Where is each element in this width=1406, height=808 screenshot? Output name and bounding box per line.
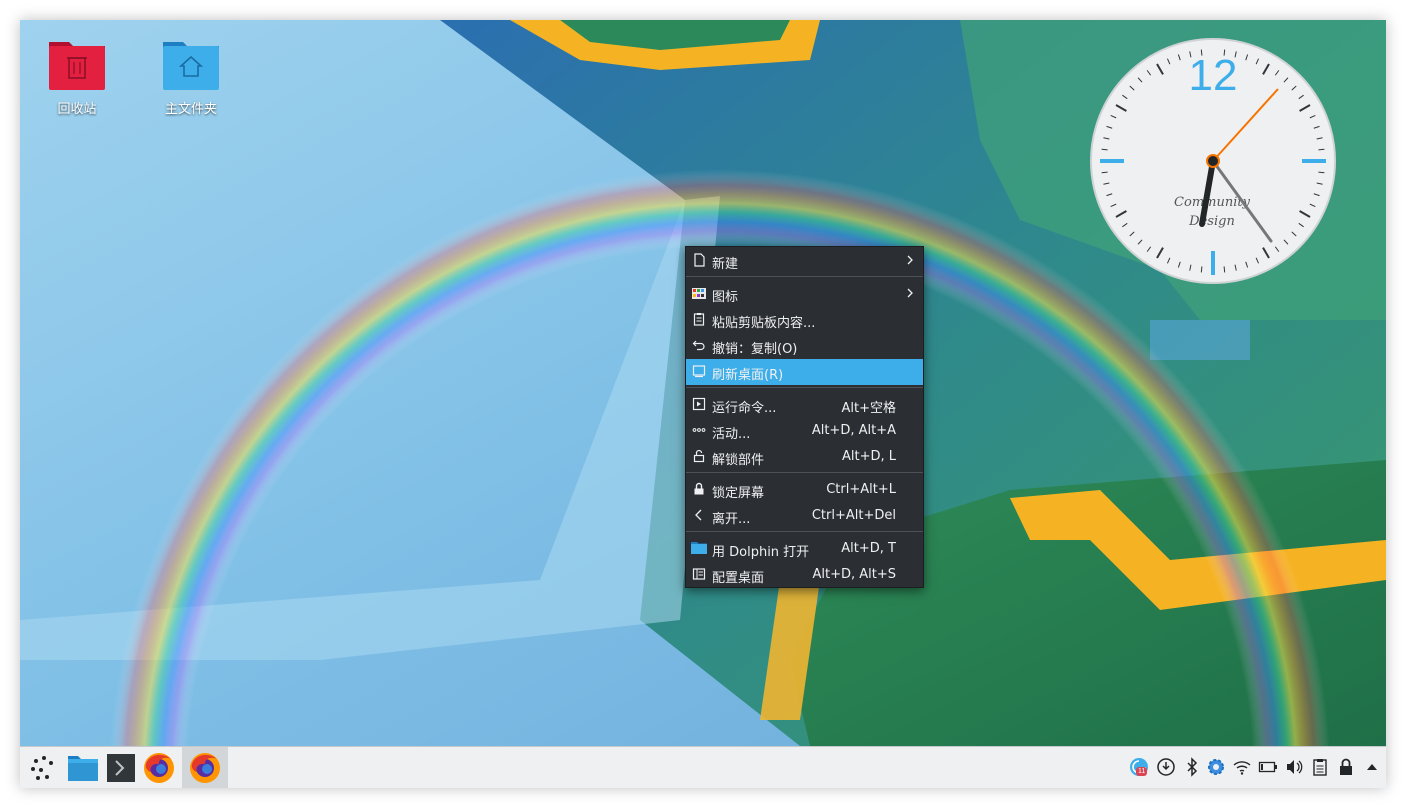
run-command-icon xyxy=(692,397,706,411)
menu-separator xyxy=(686,276,923,277)
clock-tick xyxy=(1223,266,1226,273)
dolphin-folder-icon xyxy=(691,542,707,554)
expand-tray-icon[interactable] xyxy=(1362,757,1382,777)
menu-item-shortcut: Ctrl+Alt+Del xyxy=(811,508,896,523)
menu-item-new[interactable]: 新建 xyxy=(686,248,923,274)
menu-item-label: 图标 xyxy=(712,290,739,305)
menu-item-label: 刷新桌面(R) xyxy=(712,368,784,383)
menu-item-undo[interactable]: 撤销：复制(O) xyxy=(686,333,923,359)
lock-tray-icon[interactable] xyxy=(1336,757,1356,777)
menu-separator xyxy=(686,387,923,388)
clock-tick xyxy=(1318,171,1325,174)
configure-desktop-icon xyxy=(692,568,706,580)
menu-item-icons[interactable]: 图标 xyxy=(686,281,923,307)
menu-item-label: 锁定屏幕 xyxy=(712,486,765,501)
firefox-active-icon[interactable] xyxy=(187,750,223,786)
menu-item-shortcut: Ctrl+Alt+L xyxy=(826,482,896,497)
clock-tick xyxy=(1318,148,1325,151)
menu-item-label: 解锁部件 xyxy=(712,453,765,468)
desktop-screen: 回收站 主文件夹 12 Community Design 新建 图标 粘贴剪贴板… xyxy=(20,20,1386,788)
menu-item-shortcut: Alt+D, Alt+S xyxy=(812,567,896,582)
wifi-icon[interactable] xyxy=(1232,757,1252,777)
clock-tick xyxy=(1101,148,1108,151)
menu-item-unlock-widgets[interactable]: 解锁部件 Alt+D, L xyxy=(686,444,923,470)
update-notifier-icon[interactable]: 11 xyxy=(1129,757,1149,777)
volume-icon[interactable] xyxy=(1284,757,1304,777)
clock-marker-3 xyxy=(1302,159,1326,163)
submenu-arrow-icon xyxy=(907,255,913,265)
firefox-icon[interactable] xyxy=(141,750,177,786)
clock-brand-line2: Design xyxy=(1188,214,1235,229)
menu-item-label: 新建 xyxy=(712,257,739,272)
battery-icon[interactable] xyxy=(1258,757,1278,777)
clock-marker-6 xyxy=(1211,251,1215,275)
desktop-icon-home[interactable]: 主文件夹 xyxy=(146,36,236,117)
menu-item-lock-screen[interactable]: 锁定屏幕 Ctrl+Alt+L xyxy=(686,477,923,503)
menu-item-shortcut: Alt+D, Alt+A xyxy=(811,423,896,438)
refresh-desktop-icon xyxy=(692,365,706,378)
dolphin-icon[interactable] xyxy=(65,750,101,786)
clock-marker-9 xyxy=(1100,159,1124,163)
submenu-arrow-icon xyxy=(907,288,913,298)
lock-icon xyxy=(694,482,704,495)
leave-icon xyxy=(695,509,702,521)
menu-item-shortcut: Alt+D, L xyxy=(841,449,896,464)
clock-center-pin xyxy=(1206,154,1220,168)
trash-folder-icon xyxy=(49,42,105,90)
clipboard-icon xyxy=(693,313,705,326)
konsole-icon[interactable] xyxy=(103,750,139,786)
menu-item-label: 离开... xyxy=(712,512,751,527)
new-document-icon xyxy=(694,253,705,267)
desktop-context-menu: 新建 图标 粘贴剪贴板内容... 撤销：复制(O) 刷新桌面(R) 运行命令..… xyxy=(685,246,924,588)
menu-item-open-dolphin[interactable]: 用 Dolphin 打开 Alt+D, T xyxy=(686,536,923,562)
menu-item-label: 粘贴剪贴板内容... xyxy=(712,316,816,331)
update-count-badge: 11 xyxy=(1136,767,1148,776)
menu-separator xyxy=(686,531,923,532)
menu-separator xyxy=(686,472,923,473)
menu-item-label: 活动... xyxy=(712,427,751,442)
desktop-icon-label: 主文件夹 xyxy=(164,102,217,117)
home-folder-icon xyxy=(163,42,219,90)
clipboard-tray-icon[interactable] xyxy=(1310,757,1330,777)
taskbar-panel: 11 xyxy=(20,746,1386,788)
menu-item-activities[interactable]: 活动... Alt+D, Alt+A xyxy=(686,418,923,444)
menu-item-shortcut: Alt+D, T xyxy=(841,541,896,556)
menu-item-leave[interactable]: 离开... Ctrl+Alt+Del xyxy=(686,503,923,529)
undo-icon xyxy=(692,340,705,351)
desktop-icon-trash[interactable]: 回收站 xyxy=(32,36,122,117)
clock-tick xyxy=(1101,171,1108,174)
unlock-icon xyxy=(693,449,705,463)
clock-numeral-12: 12 xyxy=(1189,51,1238,100)
settings-gear-icon[interactable] xyxy=(1206,757,1226,777)
menu-item-label: 撤销：复制(O) xyxy=(712,342,798,357)
clock-tick xyxy=(1200,266,1203,273)
menu-item-label: 配置桌面 xyxy=(712,571,765,586)
menu-item-paste[interactable]: 粘贴剪贴板内容... xyxy=(686,307,923,333)
application-launcher-icon[interactable] xyxy=(24,750,60,786)
vault-icon[interactable] xyxy=(1156,757,1176,777)
menu-item-run-command[interactable]: 运行命令... Alt+空格 xyxy=(686,392,923,418)
activities-icon xyxy=(692,428,706,432)
menu-item-label: 运行命令... xyxy=(712,401,777,416)
desktop-icon-label: 回收站 xyxy=(57,102,97,117)
menu-item-configure-desktop[interactable]: 配置桌面 Alt+D, Alt+S xyxy=(686,562,923,588)
menu-item-label: 用 Dolphin 打开 xyxy=(712,545,810,560)
analog-clock-widget[interactable]: 12 Community Design xyxy=(1088,36,1338,286)
icons-grid-icon xyxy=(692,288,706,299)
menu-item-shortcut: Alt+空格 xyxy=(841,401,897,416)
bluetooth-icon[interactable] xyxy=(1182,757,1202,777)
menu-item-refresh-desktop[interactable]: 刷新桌面(R) xyxy=(686,359,923,385)
